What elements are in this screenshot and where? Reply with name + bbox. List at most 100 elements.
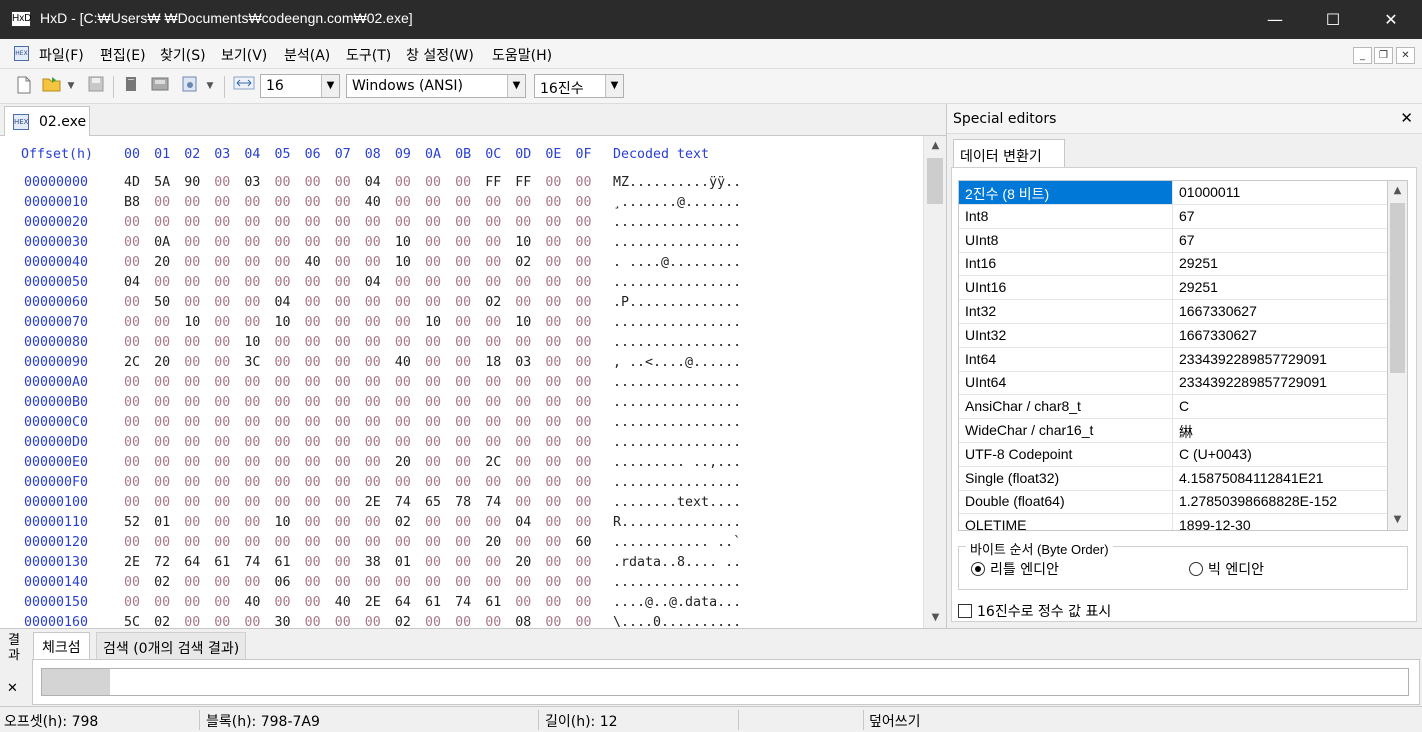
hex-byte[interactable]: 3C [244, 355, 260, 370]
hex-row[interactable]: 000000A0 00 00 00 00 00 00 00 00 00 00 00 00 00 00 00 00… [0, 375, 923, 395]
hex-byte[interactable]: 00 [214, 595, 230, 610]
hex-byte[interactable]: 00 [576, 215, 592, 230]
hex-byte[interactable]: 00 [485, 315, 501, 330]
inspector-value[interactable]: C [1179, 398, 1189, 414]
big-endian-label[interactable]: 빅 엔디안 [1208, 559, 1264, 579]
hex-byte[interactable]: 00 [515, 415, 531, 430]
hex-byte[interactable]: 00 [455, 395, 471, 410]
hex-byte[interactable]: 00 [184, 515, 200, 530]
hex-byte[interactable]: 00 [244, 575, 260, 590]
hex-byte[interactable]: 00 [545, 455, 561, 470]
hex-byte[interactable]: 38 [365, 555, 381, 570]
hex-byte[interactable]: 00 [305, 575, 321, 590]
hex-byte[interactable]: 00 [305, 435, 321, 450]
chevron-down-icon[interactable]: ▼ [507, 75, 525, 97]
hex-byte[interactable]: 00 [154, 195, 170, 210]
hex-byte[interactable]: 00 [515, 495, 531, 510]
hex-byte[interactable]: 04 [365, 175, 381, 190]
encoding-select[interactable]: Windows (ANSI) ▼ [346, 74, 526, 98]
hex-byte[interactable]: 00 [124, 375, 140, 390]
hex-byte[interactable]: 00 [455, 175, 471, 190]
hex-byte[interactable]: 00 [365, 215, 381, 230]
scroll-up-icon[interactable]: ▲ [924, 136, 947, 156]
hex-byte[interactable]: 00 [244, 615, 260, 628]
hex-byte[interactable]: 00 [576, 175, 592, 190]
hex-byte[interactable]: 03 [515, 355, 531, 370]
hex-row[interactable]: 00000130 2E 72 64 61 74 61 00 00 38 01 00 00 00 20 00 00… [0, 555, 923, 575]
hex-byte[interactable]: 00 [515, 575, 531, 590]
hex-byte[interactable]: 61 [485, 595, 501, 610]
hex-byte[interactable]: 00 [305, 415, 321, 430]
scroll-thumb[interactable] [1390, 203, 1405, 373]
hex-byte[interactable]: 00 [244, 515, 260, 530]
hex-byte[interactable]: 02 [485, 295, 501, 310]
hex-byte[interactable]: 00 [214, 435, 230, 450]
hex-byte[interactable]: 00 [576, 395, 592, 410]
hex-byte[interactable]: 00 [184, 615, 200, 628]
hex-byte[interactable]: 00 [515, 535, 531, 550]
hex-byte[interactable]: 00 [395, 475, 411, 490]
hex-byte[interactable]: 00 [425, 375, 441, 390]
hex-byte[interactable]: 00 [305, 595, 321, 610]
inspector-row[interactable]: OLETIME 1899-12-30 [959, 514, 1387, 530]
hex-byte[interactable]: 64 [395, 595, 411, 610]
hex-byte[interactable]: 18 [485, 355, 501, 370]
hex-byte[interactable]: 00 [515, 455, 531, 470]
hex-byte[interactable]: 00 [455, 575, 471, 590]
hex-byte[interactable]: 00 [214, 235, 230, 250]
hex-byte[interactable]: 00 [305, 375, 321, 390]
inspector-value[interactable]: 1899-12-30 [1179, 517, 1251, 530]
hex-row[interactable]: 000000B0 00 00 00 00 00 00 00 00 00 00 00 00 00 00 00 00… [0, 395, 923, 415]
document-icon[interactable]: HEX [14, 46, 29, 61]
hex-row[interactable]: 00000050 04 00 00 00 00 00 00 00 04 00 00 00 00 00 00 00… [0, 275, 923, 295]
hex-byte[interactable]: 00 [305, 275, 321, 290]
hex-byte[interactable]: 04 [124, 275, 140, 290]
decoded-text[interactable]: MZ..........ÿÿ.. [613, 175, 741, 190]
hex-byte[interactable]: 00 [515, 375, 531, 390]
memory-dropdown-icon[interactable]: ▼ [203, 76, 217, 96]
hex-byte[interactable]: 00 [214, 575, 230, 590]
hex-row[interactable]: 00000110 52 01 00 00 00 10 00 00 00 02 00 00 00 04 00 00… [0, 515, 923, 535]
scroll-down-icon[interactable]: ▼ [1388, 510, 1407, 530]
hex-byte[interactable]: 00 [214, 355, 230, 370]
hex-byte[interactable]: 00 [545, 595, 561, 610]
hex-byte[interactable]: 00 [335, 415, 351, 430]
hex-byte[interactable]: 00 [305, 195, 321, 210]
menu-tools[interactable]: 도구(T) [346, 45, 391, 65]
hex-integer-checkbox[interactable] [958, 604, 972, 618]
hex-byte[interactable]: 00 [244, 375, 260, 390]
hex-byte[interactable]: 00 [124, 575, 140, 590]
hex-byte[interactable]: 10 [425, 315, 441, 330]
hex-row[interactable]: 00000160 5C 02 00 00 00 30 00 00 00 02 00 00 00 08 00 00… [0, 615, 923, 628]
hex-byte[interactable]: 00 [545, 515, 561, 530]
hex-byte[interactable]: 00 [455, 335, 471, 350]
hex-byte[interactable]: 00 [395, 335, 411, 350]
hex-byte[interactable]: 00 [425, 455, 441, 470]
hex-byte[interactable]: 00 [545, 215, 561, 230]
hex-byte[interactable]: 00 [455, 255, 471, 270]
scroll-down-icon[interactable]: ▼ [924, 608, 947, 628]
hex-byte[interactable]: 10 [244, 335, 260, 350]
hex-byte[interactable]: 06 [275, 575, 291, 590]
inspector-value[interactable]: 2334392289857729091 [1179, 374, 1327, 390]
hex-byte[interactable]: 03 [244, 175, 260, 190]
hex-byte[interactable]: 00 [515, 435, 531, 450]
hex-byte[interactable]: 0A [154, 235, 170, 250]
hex-byte[interactable]: 00 [244, 535, 260, 550]
inspector-value[interactable]: 4.15875084112841E21 [1179, 470, 1324, 486]
hex-byte[interactable]: 00 [365, 415, 381, 430]
hex-byte[interactable]: 00 [485, 615, 501, 628]
hex-byte[interactable]: 00 [425, 335, 441, 350]
decoded-text[interactable]: . ....@......... [613, 255, 741, 270]
bytes-per-row-select[interactable]: 16 ▼ [260, 74, 340, 98]
hex-byte[interactable]: 00 [485, 395, 501, 410]
hex-byte[interactable]: 00 [184, 355, 200, 370]
hex-byte[interactable]: 00 [275, 495, 291, 510]
hex-byte[interactable]: 00 [425, 555, 441, 570]
hex-byte[interactable]: 00 [395, 575, 411, 590]
hex-byte[interactable]: 00 [335, 515, 351, 530]
close-document-icon[interactable] [121, 76, 141, 96]
hex-byte[interactable]: 00 [335, 455, 351, 470]
minimize-button[interactable]: — [1246, 0, 1304, 39]
hex-byte[interactable]: 00 [275, 375, 291, 390]
